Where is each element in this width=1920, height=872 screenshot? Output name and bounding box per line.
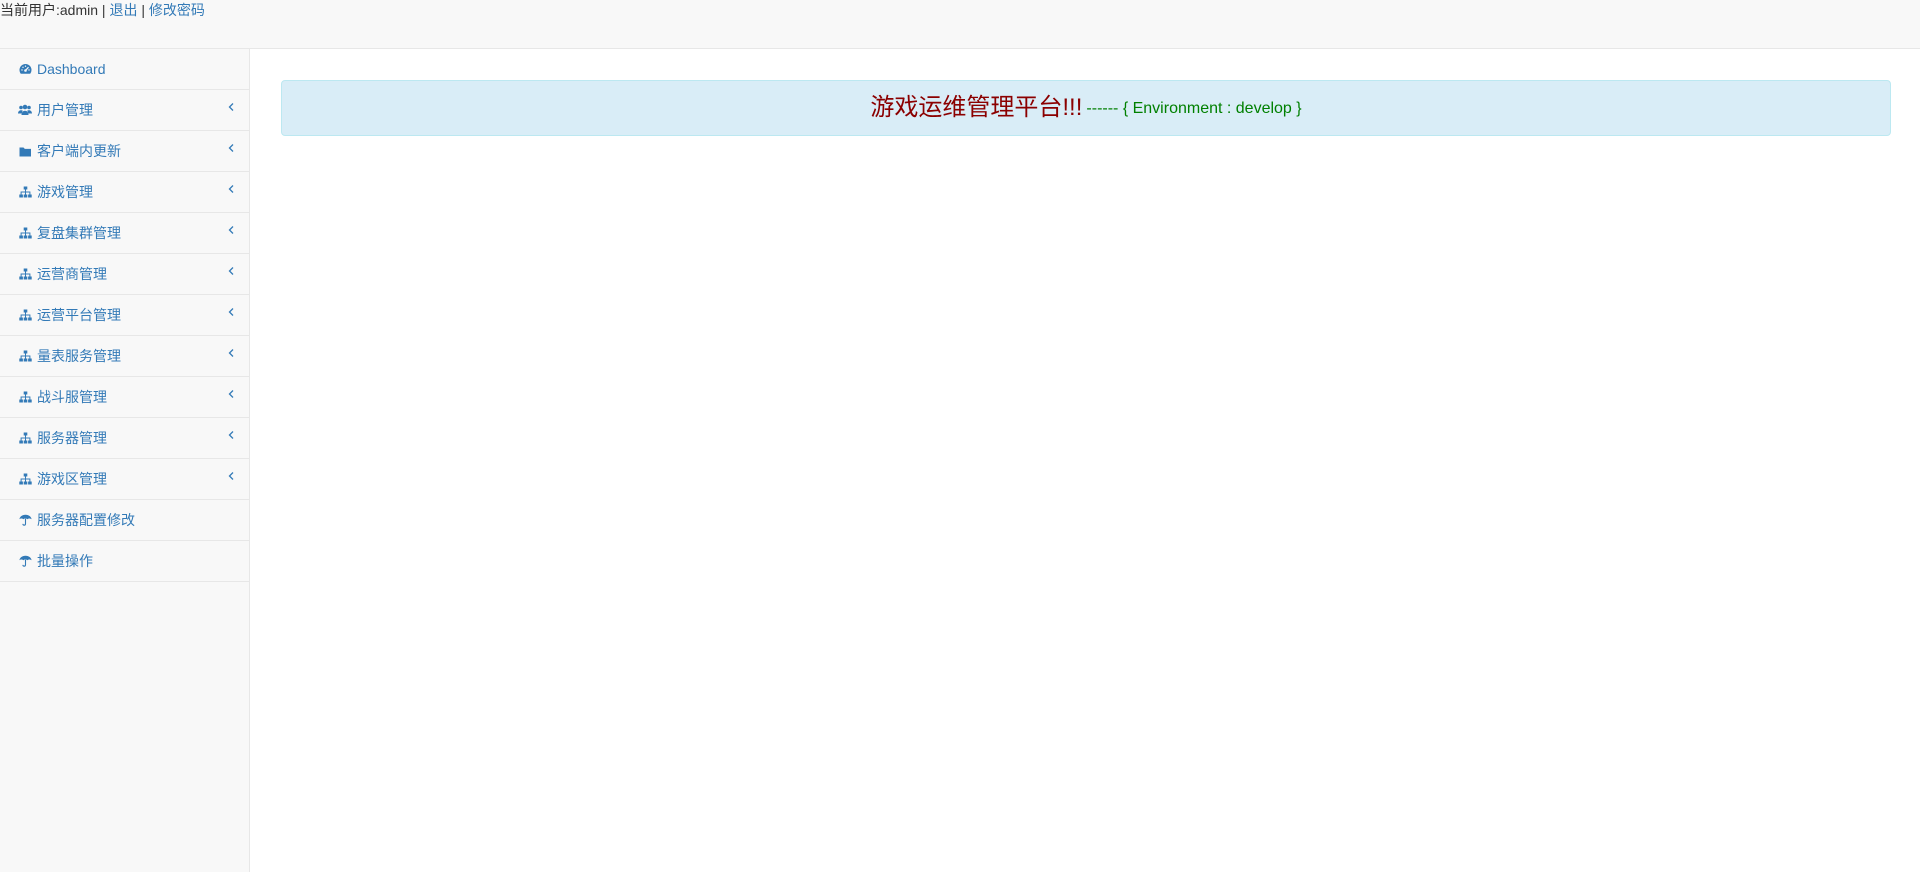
sidebar-item-operator-management[interactable]: 运营商管理 xyxy=(0,254,249,295)
sidebar-item-label: 量表服务管理 xyxy=(37,348,121,364)
sidebar-item-label: 游戏管理 xyxy=(37,184,93,200)
sitemap-icon xyxy=(18,472,32,486)
sidebar-item-label: 运营商管理 xyxy=(37,266,107,282)
sidebar-item-label: 批量操作 xyxy=(37,553,93,569)
sitemap-icon xyxy=(18,390,32,404)
sidebar-item-label: 游戏区管理 xyxy=(37,471,107,487)
chevron-left-icon xyxy=(228,472,234,480)
chevron-left-icon xyxy=(228,267,234,275)
sidebar-item-label: 服务器管理 xyxy=(37,430,107,446)
umbrella-icon xyxy=(18,554,32,568)
chevron-left-icon xyxy=(228,144,234,152)
change-password-link[interactable]: 修改密码 xyxy=(149,2,205,18)
platform-title: 游戏运维管理平台!!! xyxy=(870,94,1083,121)
folder-icon xyxy=(18,144,32,158)
welcome-banner: 游戏运维管理平台!!! ------ { Environment : devel… xyxy=(281,80,1891,136)
sidebar-item-label: 战斗服管理 xyxy=(37,389,107,405)
top-navbar: 当前用户:admin | 退出 | 修改密码 xyxy=(0,0,1920,49)
sidebar: Dashboard 用户管理 客户端内更新 游戏管理 复盘集群管理 运营商管理 … xyxy=(0,49,250,872)
sidebar-item-table-service[interactable]: 量表服务管理 xyxy=(0,336,249,377)
sidebar-item-label: Dashboard xyxy=(37,61,106,77)
sitemap-icon xyxy=(18,349,32,363)
chevron-left-icon xyxy=(228,308,234,316)
sidebar-item-client-update[interactable]: 客户端内更新 xyxy=(0,131,249,172)
sitemap-icon xyxy=(18,308,32,322)
sidebar-item-label: 用户管理 xyxy=(37,102,93,118)
sitemap-icon xyxy=(18,267,32,281)
chevron-left-icon xyxy=(228,349,234,357)
dashboard-icon xyxy=(18,62,32,76)
main-content: 游戏运维管理平台!!! ------ { Environment : devel… xyxy=(281,80,1891,136)
chevron-left-icon xyxy=(228,103,234,111)
chevron-left-icon xyxy=(228,390,234,398)
sidebar-item-batch-operations[interactable]: 批量操作 xyxy=(0,541,249,582)
sidebar-item-label: 运营平台管理 xyxy=(37,307,121,323)
user-info-bar: 当前用户:admin | 退出 | 修改密码 xyxy=(0,1,205,19)
logout-link[interactable]: 退出 xyxy=(109,2,137,18)
environment-label: ------ { Environment : develop } xyxy=(1086,100,1302,117)
chevron-left-icon xyxy=(228,226,234,234)
sidebar-item-game-zone[interactable]: 游戏区管理 xyxy=(0,459,249,500)
umbrella-icon xyxy=(18,513,32,527)
chevron-left-icon xyxy=(228,431,234,439)
sitemap-icon xyxy=(18,226,32,240)
sidebar-item-battle-server[interactable]: 战斗服管理 xyxy=(0,377,249,418)
sidebar-item-label: 客户端内更新 xyxy=(37,143,121,159)
chevron-left-icon xyxy=(228,185,234,193)
sidebar-item-server-config[interactable]: 服务器配置修改 xyxy=(0,500,249,541)
sidebar-item-replay-cluster[interactable]: 复盘集群管理 xyxy=(0,213,249,254)
sidebar-item-label: 复盘集群管理 xyxy=(37,225,121,241)
sidebar-item-game-management[interactable]: 游戏管理 xyxy=(0,172,249,213)
sidebar-item-user-management[interactable]: 用户管理 xyxy=(0,90,249,131)
separator: | xyxy=(101,2,106,18)
sidebar-item-platform-management[interactable]: 运营平台管理 xyxy=(0,295,249,336)
sitemap-icon xyxy=(18,185,32,199)
sidebar-item-dashboard[interactable]: Dashboard xyxy=(0,49,249,90)
sitemap-icon xyxy=(18,431,32,445)
sidebar-item-label: 服务器配置修改 xyxy=(37,512,135,528)
users-icon xyxy=(18,103,32,117)
separator: | xyxy=(141,2,145,18)
sidebar-item-server-management[interactable]: 服务器管理 xyxy=(0,418,249,459)
current-user-text: 当前用户:admin xyxy=(0,2,99,18)
